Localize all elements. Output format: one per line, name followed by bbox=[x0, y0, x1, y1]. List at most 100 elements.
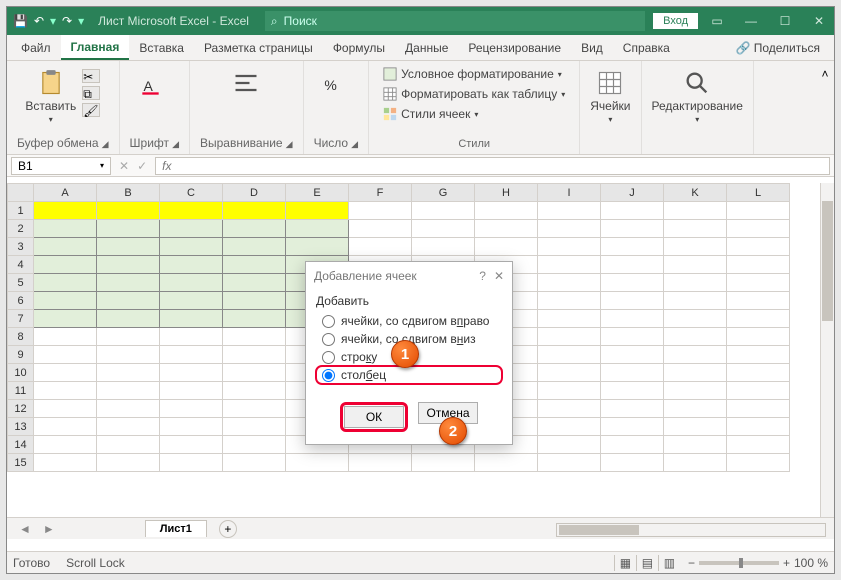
cell[interactable] bbox=[97, 238, 160, 256]
cell[interactable] bbox=[538, 292, 601, 310]
cell[interactable] bbox=[475, 220, 538, 238]
tab-view[interactable]: Вид bbox=[571, 35, 613, 60]
cell[interactable] bbox=[97, 292, 160, 310]
cell[interactable] bbox=[160, 220, 223, 238]
row-header[interactable]: 2 bbox=[8, 220, 34, 238]
search-box[interactable]: ⌕ Поиск bbox=[265, 11, 645, 31]
conditional-formatting-button[interactable]: Условное форматирование▾ bbox=[379, 65, 566, 83]
cell[interactable] bbox=[223, 454, 286, 472]
row-header[interactable]: 4 bbox=[8, 256, 34, 274]
cell[interactable] bbox=[97, 220, 160, 238]
tab-data[interactable]: Данные bbox=[395, 35, 458, 60]
help-icon[interactable]: ? bbox=[479, 269, 486, 283]
cell[interactable] bbox=[223, 418, 286, 436]
cell[interactable] bbox=[601, 220, 664, 238]
cell[interactable] bbox=[664, 400, 727, 418]
column-header[interactable]: H bbox=[475, 184, 538, 202]
cell[interactable] bbox=[286, 238, 349, 256]
format-painter-icon[interactable]: 🖌 bbox=[82, 103, 100, 117]
cell[interactable] bbox=[727, 292, 790, 310]
cell[interactable] bbox=[538, 364, 601, 382]
login-button[interactable]: Вход bbox=[653, 13, 698, 29]
alignment-button[interactable] bbox=[232, 65, 260, 97]
dialog-titlebar[interactable]: Добавление ячеек ? ✕ bbox=[306, 262, 512, 290]
cell[interactable] bbox=[97, 364, 160, 382]
cell[interactable] bbox=[664, 328, 727, 346]
cell[interactable] bbox=[34, 364, 97, 382]
cell[interactable] bbox=[475, 238, 538, 256]
cell[interactable] bbox=[727, 310, 790, 328]
row-header[interactable]: 15 bbox=[8, 454, 34, 472]
number-button[interactable]: % bbox=[322, 65, 350, 97]
cell[interactable] bbox=[34, 238, 97, 256]
select-all-cell[interactable] bbox=[8, 184, 34, 202]
cell[interactable] bbox=[727, 346, 790, 364]
cell[interactable] bbox=[286, 454, 349, 472]
cell[interactable] bbox=[727, 202, 790, 220]
cell[interactable] bbox=[727, 418, 790, 436]
zoom-slider[interactable] bbox=[699, 561, 779, 565]
column-header[interactable]: J bbox=[601, 184, 664, 202]
horizontal-scrollbar[interactable] bbox=[556, 523, 826, 537]
tab-review[interactable]: Рецензирование bbox=[458, 35, 571, 60]
minimize-icon[interactable]: — bbox=[736, 11, 766, 31]
cell[interactable] bbox=[727, 400, 790, 418]
tab-file[interactable]: Файл bbox=[11, 35, 61, 60]
cell[interactable] bbox=[160, 364, 223, 382]
row-header[interactable]: 3 bbox=[8, 238, 34, 256]
cell[interactable] bbox=[727, 328, 790, 346]
cell[interactable] bbox=[34, 292, 97, 310]
cell[interactable] bbox=[34, 454, 97, 472]
cell[interactable] bbox=[349, 220, 412, 238]
maximize-icon[interactable]: ☐ bbox=[770, 11, 800, 31]
column-header[interactable]: I bbox=[538, 184, 601, 202]
cell[interactable] bbox=[223, 328, 286, 346]
ribbon-options-icon[interactable]: ▭ bbox=[702, 11, 732, 31]
cell[interactable] bbox=[538, 346, 601, 364]
cell[interactable] bbox=[412, 454, 475, 472]
vertical-scrollbar[interactable] bbox=[820, 183, 834, 517]
cell[interactable] bbox=[727, 364, 790, 382]
close-icon[interactable]: ✕ bbox=[494, 269, 504, 283]
cell[interactable] bbox=[97, 400, 160, 418]
cell[interactable] bbox=[223, 382, 286, 400]
zoom-control[interactable]: − + 100 % bbox=[688, 556, 828, 570]
cell[interactable] bbox=[97, 346, 160, 364]
column-header[interactable]: F bbox=[349, 184, 412, 202]
cell[interactable] bbox=[223, 292, 286, 310]
column-header[interactable]: D bbox=[223, 184, 286, 202]
column-header[interactable]: G bbox=[412, 184, 475, 202]
cell[interactable] bbox=[664, 418, 727, 436]
cell[interactable] bbox=[412, 220, 475, 238]
cell[interactable] bbox=[601, 418, 664, 436]
cell[interactable] bbox=[223, 310, 286, 328]
cell[interactable] bbox=[97, 202, 160, 220]
cell[interactable] bbox=[223, 436, 286, 454]
cell[interactable] bbox=[601, 256, 664, 274]
cell[interactable] bbox=[664, 202, 727, 220]
cell[interactable] bbox=[601, 364, 664, 382]
cell[interactable] bbox=[349, 238, 412, 256]
cell[interactable] bbox=[160, 328, 223, 346]
cell[interactable] bbox=[349, 202, 412, 220]
cell[interactable] bbox=[97, 310, 160, 328]
cell[interactable] bbox=[412, 238, 475, 256]
cell[interactable] bbox=[538, 436, 601, 454]
format-as-table-button[interactable]: Форматировать как таблицу▾ bbox=[379, 85, 569, 103]
font-button[interactable]: A bbox=[140, 65, 168, 97]
cell[interactable] bbox=[97, 256, 160, 274]
column-header[interactable]: L bbox=[727, 184, 790, 202]
row-header[interactable]: 11 bbox=[8, 382, 34, 400]
cell[interactable] bbox=[160, 238, 223, 256]
cell[interactable] bbox=[97, 418, 160, 436]
cell[interactable] bbox=[160, 436, 223, 454]
cell[interactable] bbox=[223, 202, 286, 220]
cell[interactable] bbox=[664, 292, 727, 310]
view-page-layout-icon[interactable]: ▤ bbox=[636, 555, 658, 571]
cell[interactable] bbox=[160, 310, 223, 328]
editing-button[interactable]: Редактирование ▾ bbox=[652, 65, 743, 124]
cell[interactable] bbox=[34, 328, 97, 346]
tab-help[interactable]: Справка bbox=[613, 35, 680, 60]
cell[interactable] bbox=[601, 454, 664, 472]
cell[interactable] bbox=[664, 310, 727, 328]
